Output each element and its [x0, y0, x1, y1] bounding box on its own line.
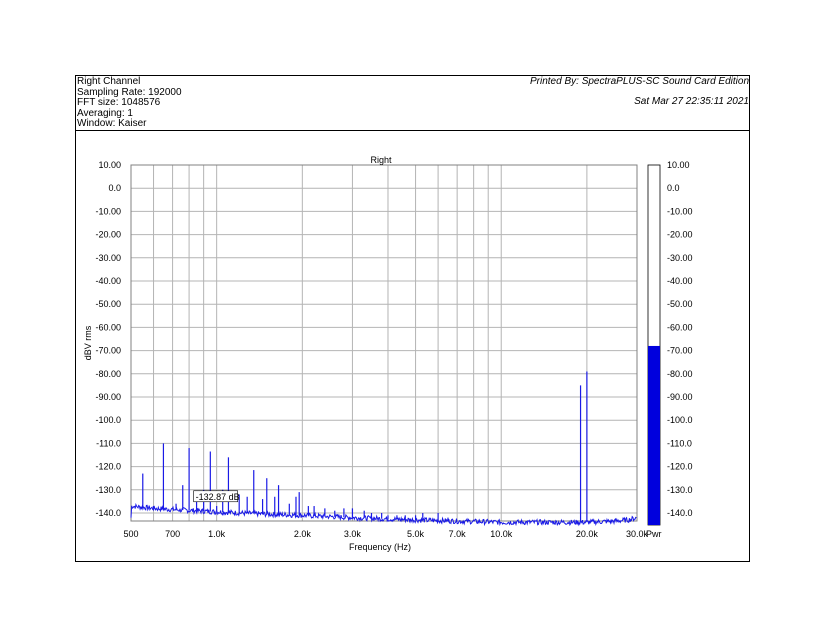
x-tick-label: 5.0k — [407, 529, 425, 539]
meter-tick-label: -80.00 — [667, 369, 693, 379]
power-meter-fill — [648, 345, 660, 525]
x-tick-label: 3.0k — [344, 529, 362, 539]
meter-tick-label: -140.0 — [667, 508, 693, 518]
chart-title: Right — [370, 155, 392, 165]
y-tick-label: -80.00 — [95, 369, 121, 379]
meter-tick-label: -90.00 — [667, 392, 693, 402]
x-tick-label: 500 — [123, 529, 138, 539]
meter-tick-label: 0.0 — [667, 183, 680, 193]
y-tick-label: -60.00 — [95, 322, 121, 332]
x-tick-label: 2.0k — [294, 529, 312, 539]
meter-tick-label: -50.00 — [667, 299, 693, 309]
y-tick-label: -110.0 — [96, 438, 121, 448]
y-tick-label: -30.00 — [95, 253, 121, 263]
y-tick-label: -130.0 — [95, 485, 121, 495]
meter-tick-label: -20.00 — [667, 230, 693, 240]
meter-label: Pwr — [646, 529, 662, 539]
marker-label: -132.87 dB — [196, 492, 240, 502]
x-tick-label: 1.0k — [208, 529, 226, 539]
meter-tick-label: -130.0 — [667, 485, 693, 495]
x-tick-label: 700 — [165, 529, 180, 539]
y-tick-label: -20.00 — [95, 230, 121, 240]
y-tick-label: -40.00 — [95, 276, 121, 286]
meter-tick-label: -10.00 — [667, 206, 693, 216]
plot-area — [131, 165, 637, 521]
x-tick-label: 20.0k — [576, 529, 599, 539]
y-axis-label: dBV rms — [83, 325, 93, 360]
meter-tick-label: -70.00 — [667, 346, 693, 356]
meter-tick-label: -110.0 — [667, 438, 692, 448]
y-tick-label: 0.0 — [108, 183, 121, 193]
meter-tick-label: -30.00 — [667, 253, 693, 263]
y-tick-label: -120.0 — [95, 462, 121, 472]
y-tick-label: -140.0 — [95, 508, 121, 518]
x-tick-label: 7.0k — [449, 529, 467, 539]
meter-tick-label: -40.00 — [667, 276, 693, 286]
meter-tick-label: -100.0 — [667, 415, 693, 425]
y-tick-label: -50.00 — [95, 299, 121, 309]
y-tick-label: -100.0 — [95, 415, 121, 425]
x-axis-label: Frequency (Hz) — [349, 542, 411, 552]
meter-tick-label: -120.0 — [667, 462, 693, 472]
y-tick-label: 10.00 — [98, 160, 121, 170]
meter-tick-label: 10.00 — [667, 160, 690, 170]
y-tick-label: -70.00 — [95, 346, 121, 356]
y-tick-label: -10.00 — [95, 206, 121, 216]
spectrum-chart: 10.00 0.0 -10.00 -20.00 -30.00 -40.00 -50.00 -6… — [83, 155, 693, 552]
y-tick-label: -90.00 — [95, 392, 121, 402]
meter-tick-label: -60.00 — [667, 322, 693, 332]
x-tick-label: 10.0k — [490, 529, 513, 539]
